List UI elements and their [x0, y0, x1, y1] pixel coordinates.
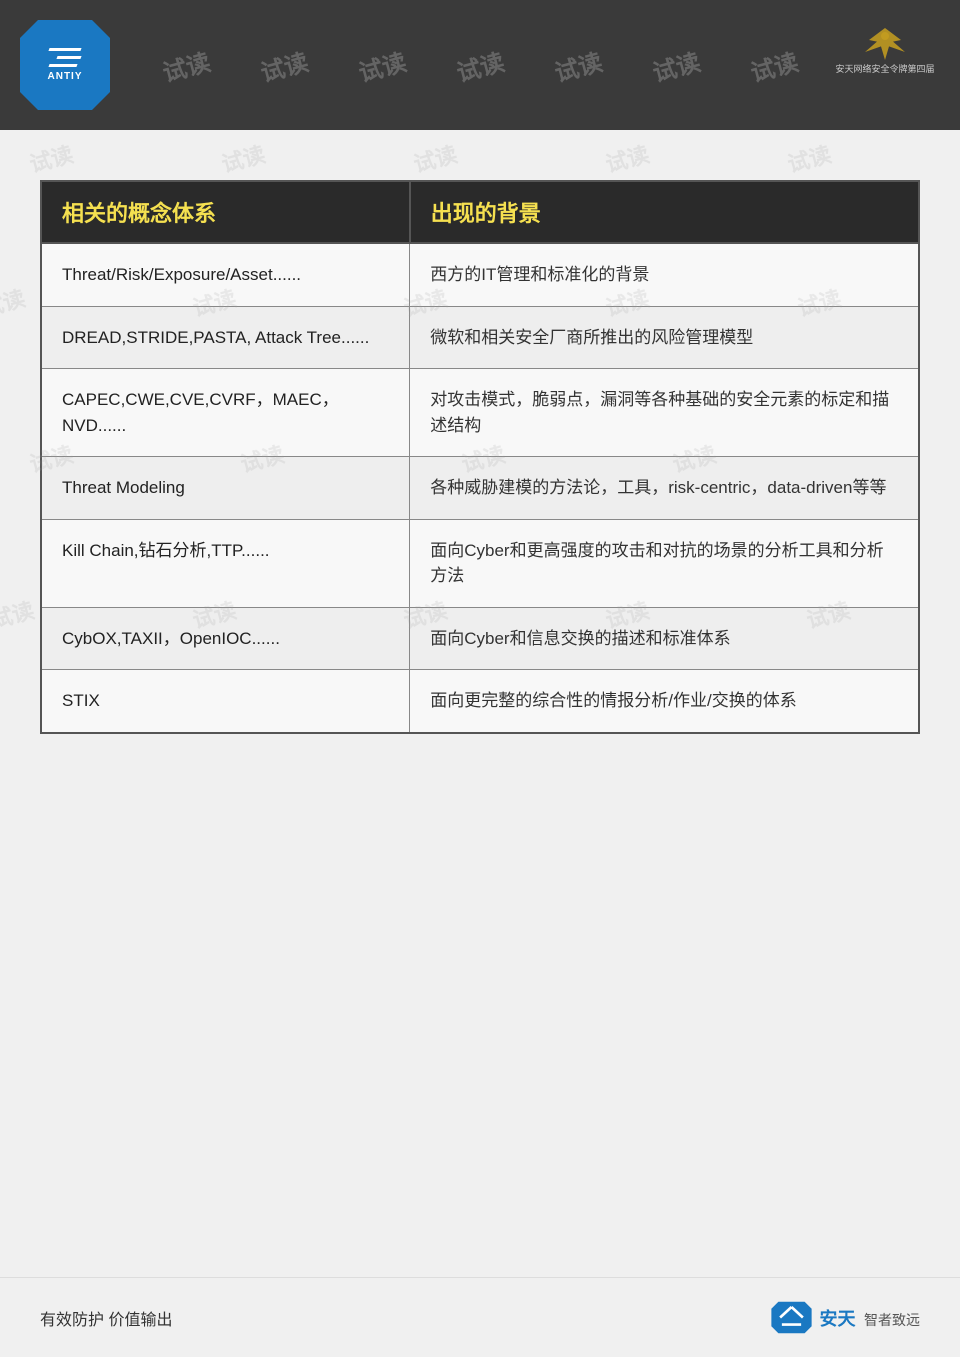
header: ANTIY 试读 试读 试读 试读 试读 试读 试读 安天网络安全令牌第四届: [0, 0, 960, 130]
logo-line-2: [56, 56, 81, 59]
header-watermarks: 试读 试读 试读 试读 试读 试读 试读: [0, 0, 960, 130]
table-row: Kill Chain,钻石分析,TTP......面向Cyber和更高强度的攻击…: [41, 519, 919, 607]
wm-3: 试读: [354, 42, 409, 88]
cell-background-3: 各种威胁建模的方法论，工具，risk-centric，data-driven等等: [410, 457, 919, 520]
logo-lines: [49, 48, 81, 67]
wm-1: 试读: [158, 42, 213, 88]
cwm-5: 试读: [784, 137, 835, 179]
cwm-2: 试读: [217, 137, 268, 179]
cell-concept-3: Threat Modeling: [41, 457, 410, 520]
cwm-1: 试读: [25, 137, 76, 179]
main-content: 试读 试读 试读 试读 试读 试读 试读 试读 试读 试读 试读 试读 试读 试…: [0, 130, 960, 754]
cell-concept-0: Threat/Risk/Exposure/Asset......: [41, 243, 410, 306]
cell-background-0: 西方的IT管理和标准化的背景: [410, 243, 919, 306]
logo-line-1: [48, 48, 81, 51]
col-header-right: 出现的背景: [410, 181, 919, 243]
wm-7: 试读: [746, 42, 801, 88]
col-header-left: 相关的概念体系: [41, 181, 410, 243]
table-row: STIX面向更完整的综合性的情报分析/作业/交换的体系: [41, 670, 919, 733]
table-row: CAPEC,CWE,CVE,CVRF，MAEC，NVD......对攻击模式，脆…: [41, 369, 919, 457]
cwm-3: 试读: [409, 137, 460, 179]
cell-concept-1: DREAD,STRIDE,PASTA, Attack Tree......: [41, 306, 410, 369]
table-row: CybOX,TAXII，OpenIOC......面向Cyber和信息交换的描述…: [41, 607, 919, 670]
footer-tagline: 有效防护 价值输出: [40, 1306, 172, 1330]
wm-2: 试读: [256, 42, 311, 88]
table-row: Threat/Risk/Exposure/Asset......西方的IT管理和…: [41, 243, 919, 306]
cwm-6: 试读: [0, 281, 28, 323]
cell-concept-6: STIX: [41, 670, 410, 733]
cwm-4: 试读: [601, 137, 652, 179]
cell-background-5: 面向Cyber和信息交换的描述和标准体系: [410, 607, 919, 670]
header-right-logo: 安天网络安全令牌第四届: [830, 10, 940, 90]
footer-logo: 安天 智者致远: [769, 1300, 920, 1335]
cell-background-6: 面向更完整的综合性的情报分析/作业/交换的体系: [410, 670, 919, 733]
right-logo-line1: 安天网络安全令牌第四届: [835, 64, 934, 76]
antiy-logo: ANTIY: [20, 20, 110, 110]
table-row: Threat Modeling各种威胁建模的方法论，工具，risk-centri…: [41, 457, 919, 520]
logo-label: ANTIY: [48, 71, 83, 82]
footer-brand-text: 安天 智者致远: [820, 1305, 920, 1331]
footer-logo-svg: [769, 1300, 814, 1335]
cell-concept-2: CAPEC,CWE,CVE,CVRF，MAEC，NVD......: [41, 369, 410, 457]
cell-concept-5: CybOX,TAXII，OpenIOC......: [41, 607, 410, 670]
footer: 有效防护 价值输出 安天 智者致远: [0, 1277, 960, 1357]
wm-5: 试读: [550, 42, 605, 88]
right-logo-svg: [860, 24, 910, 64]
concept-table: 相关的概念体系 出现的背景 Threat/Risk/Exposure/Asset…: [40, 180, 920, 734]
footer-antiy: 安天: [820, 1309, 856, 1329]
cell-background-4: 面向Cyber和更高强度的攻击和对抗的场景的分析工具和分析方法: [410, 519, 919, 607]
cell-concept-4: Kill Chain,钻石分析,TTP......: [41, 519, 410, 607]
footer-slogan: 智者致远: [864, 1312, 920, 1328]
cell-background-2: 对攻击模式，脆弱点，漏洞等各种基础的安全元素的标定和描述结构: [410, 369, 919, 457]
right-logo-text: 安天网络安全令牌第四届: [835, 64, 934, 76]
table-row: DREAD,STRIDE,PASTA, Attack Tree......微软和…: [41, 306, 919, 369]
logo-line-3: [48, 64, 77, 67]
cell-background-1: 微软和相关安全厂商所推出的风险管理模型: [410, 306, 919, 369]
wm-4: 试读: [452, 42, 507, 88]
wm-6: 试读: [648, 42, 703, 88]
cwm-15: 试读: [0, 592, 38, 634]
